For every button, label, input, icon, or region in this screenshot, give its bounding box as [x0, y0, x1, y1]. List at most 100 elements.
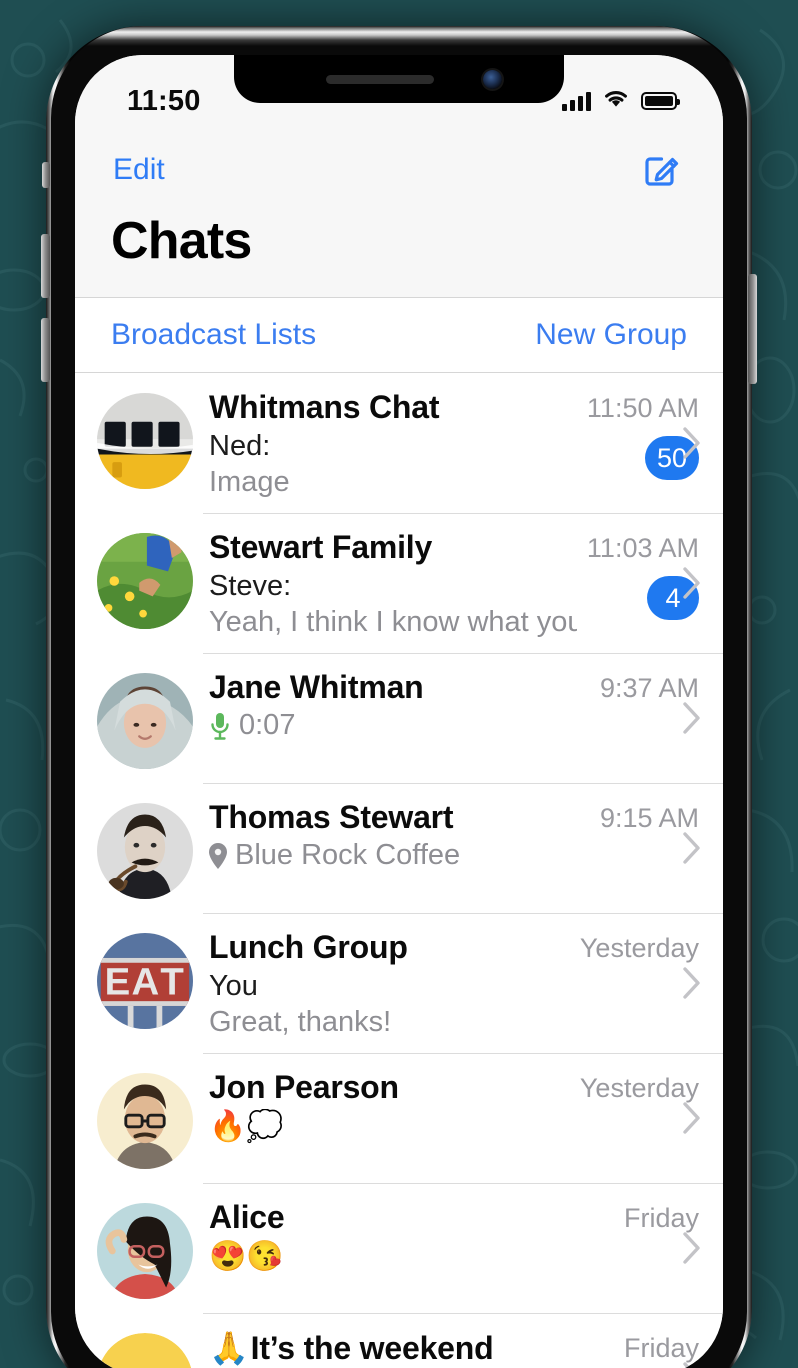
page-title: Chats	[111, 212, 252, 270]
chat-item-meta: Yesterday	[570, 927, 699, 1039]
chat-list[interactable]: Whitmans Chat Ned: Image 11:50 AM 50 Stewart…	[75, 373, 723, 1368]
avatar	[97, 533, 193, 629]
avatar	[97, 1073, 193, 1169]
chat-item-preview: 0:07	[209, 709, 590, 742]
compose-icon	[639, 157, 683, 195]
chat-item-timestamp: 11:50 AM	[586, 393, 699, 423]
chat-item-name: Whitmans Chat	[209, 389, 440, 425]
device-notch	[234, 55, 564, 103]
phone-device-frame: 11:50 Edit Chats Broadcast Lists New Gro…	[41, 26, 757, 1368]
chat-list-item[interactable]: Alice 😍😘 Friday	[75, 1183, 723, 1313]
chat-action-bar: Broadcast Lists New Group	[75, 297, 723, 373]
svg-text:E: E	[105, 960, 131, 1003]
chat-item-name: Stewart Family	[209, 529, 433, 565]
chevron-right-icon	[683, 1232, 701, 1264]
chat-item-timestamp: Yesterday	[579, 933, 699, 963]
chevron-right-icon	[683, 1362, 701, 1368]
status-bar-icons	[562, 88, 680, 114]
status-bar-clock: 11:50	[127, 84, 201, 117]
chat-item-body: Alice 😍😘	[193, 1197, 614, 1274]
chat-item-title: Stewart Family	[209, 529, 577, 566]
chat-item-preview-text: 0:07	[239, 709, 296, 741]
chat-item-body: Lunch Group You Great, thanks!	[193, 927, 570, 1039]
chat-item-preview: Yeah, I think I know what you m...	[209, 606, 577, 639]
chevron-right-icon	[683, 967, 701, 999]
chat-item-body: Jon Pearson 🔥💭	[193, 1067, 570, 1144]
chat-item-meta: Yesterday	[570, 1067, 699, 1169]
volume-down-button[interactable]	[41, 318, 50, 382]
wifi-icon	[602, 88, 630, 114]
chat-item-preview-text: Great, thanks!	[209, 1006, 392, 1038]
avatar	[97, 803, 193, 899]
chat-item-body: Whitmans Chat Ned: Image	[193, 387, 577, 499]
chat-item-preview: 😍😘	[209, 1239, 614, 1274]
chat-list-item[interactable]: Stewart Family Steve: Yeah, I think I know…	[75, 513, 723, 653]
chat-item-title: Lunch Group	[209, 929, 570, 966]
chat-item-preview-text: Blue Rock Coffee	[235, 839, 461, 871]
chat-item-preview: Great, thanks!	[209, 1006, 570, 1039]
chat-item-timestamp: Friday	[623, 1203, 699, 1233]
chat-item-preview: Blue Rock Coffee	[209, 839, 590, 872]
phone-screen: 11:50 Edit Chats Broadcast Lists New Gro…	[75, 55, 723, 1368]
chat-item-title: 🙏 It’s the weekend	[209, 1329, 614, 1367]
chat-item-body: Stewart Family Steve: Yeah, I think I know…	[193, 527, 577, 639]
chat-item-title: Alice	[209, 1199, 614, 1236]
title-emoji: 🙏	[209, 1330, 249, 1366]
chevron-right-icon	[683, 832, 701, 864]
chat-list-item[interactable]: 🙏It’s the weekendAyesha: Friday	[75, 1313, 723, 1368]
chat-list-item[interactable]: Whitmans Chat Ned: Image 11:50 AM 50	[75, 373, 723, 513]
location-pin-icon	[209, 842, 227, 869]
nav-button-row: Edit	[111, 133, 687, 207]
chat-list-item[interactable]: EAT Lunch Group You Great, thanks! Yesterda…	[75, 913, 723, 1053]
chat-item-title: Thomas Stewart	[209, 799, 590, 836]
battery-full-icon	[641, 92, 680, 110]
chat-item-timestamp: Yesterday	[579, 1073, 699, 1103]
chevron-right-icon	[683, 1102, 701, 1134]
svg-text:A: A	[132, 960, 160, 1003]
avatar	[97, 1333, 193, 1368]
chat-item-name: Alice	[209, 1199, 285, 1235]
chat-item-name: Jon Pearson	[209, 1069, 399, 1105]
chat-item-preview-text: Image	[209, 466, 290, 498]
chat-item-meta: 11:50 AM 50	[577, 387, 699, 499]
front-camera-icon	[483, 70, 502, 89]
chat-item-preview: 🔥💭	[209, 1109, 570, 1144]
new-group-button[interactable]: New Group	[535, 318, 687, 352]
chat-list-item[interactable]: Jane Whitman 0:07 9:37 AM	[75, 653, 723, 783]
navigation-bar: Edit Chats	[75, 133, 723, 297]
chat-item-sender: You	[209, 970, 258, 1002]
chat-item-timestamp: 11:03 AM	[586, 533, 699, 563]
power-button[interactable]	[748, 274, 757, 384]
chat-item-timestamp: Friday	[623, 1333, 699, 1363]
chat-item-preview-text: 😍😘	[209, 1240, 284, 1273]
chat-item-timestamp: 9:15 AM	[599, 803, 699, 833]
chat-item-name: Lunch Group	[209, 929, 408, 965]
chat-item-body: 🙏It’s the weekendAyesha:	[193, 1327, 614, 1368]
chat-list-item[interactable]: Jon Pearson 🔥💭 Yesterday	[75, 1053, 723, 1183]
chat-item-meta: 11:03 AM 4	[577, 527, 699, 639]
chat-item-title: Jane Whitman	[209, 669, 590, 706]
avatar: EAT	[97, 933, 193, 1029]
chat-item-title: Jon Pearson	[209, 1069, 570, 1106]
mute-switch[interactable]	[42, 162, 50, 188]
chat-item-name: It’s the weekend	[250, 1330, 494, 1366]
compose-button[interactable]	[635, 146, 687, 194]
chat-item-body: Jane Whitman 0:07	[193, 667, 590, 742]
chat-item-name: Jane Whitman	[209, 669, 424, 705]
chat-list-item[interactable]: Thomas Stewart Blue Rock Coffee 9:15 AM	[75, 783, 723, 913]
chat-item-sender: Steve:	[209, 570, 292, 602]
avatar	[97, 393, 193, 489]
cellular-bars-icon	[562, 91, 591, 111]
chat-item-title: Whitmans Chat	[209, 389, 577, 426]
chat-item-preview: Image	[209, 466, 577, 499]
avatar	[97, 1203, 193, 1299]
broadcast-lists-button[interactable]: Broadcast Lists	[111, 318, 316, 352]
volume-up-button[interactable]	[41, 234, 50, 298]
chat-item-preview-text: Yeah, I think I know what you m...	[209, 606, 577, 638]
edit-button[interactable]: Edit	[111, 149, 167, 191]
chat-item-timestamp: 9:37 AM	[599, 673, 699, 703]
avatar	[97, 673, 193, 769]
chat-item-body: Thomas Stewart Blue Rock Coffee	[193, 797, 590, 872]
microphone-icon	[209, 711, 231, 741]
chevron-right-icon	[683, 427, 701, 459]
